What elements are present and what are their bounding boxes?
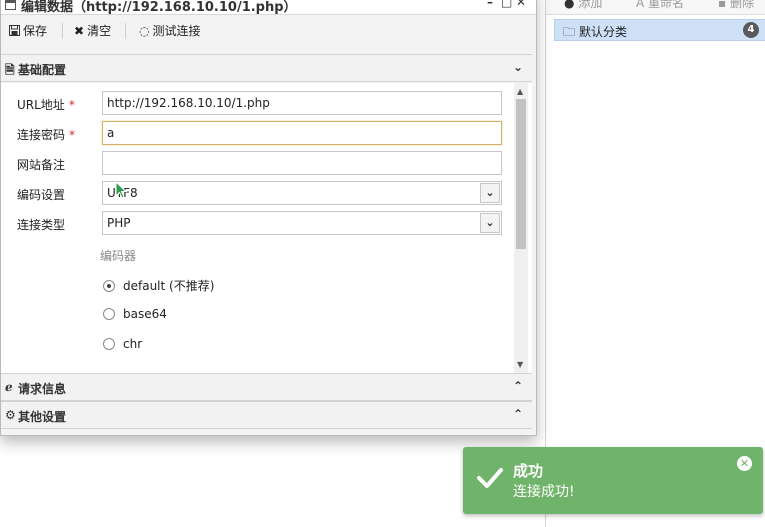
count-badge: 4 (743, 22, 759, 38)
scroll-down-arrow-icon[interactable]: ▼ (517, 360, 523, 369)
dialog-title: 编辑数据（http://192.168.10.10/1.php） (21, 0, 297, 15)
encoding-label: 编码设置 (17, 188, 66, 202)
radio-button[interactable] (103, 338, 115, 350)
url-label: URL地址 * (17, 98, 75, 112)
window-icon (5, 0, 16, 10)
x-icon: ✖ (74, 23, 85, 38)
url-input[interactable] (102, 91, 502, 115)
category-item-default[interactable]: 🗀 默认分类 4 (554, 19, 765, 41)
floppy-icon (9, 25, 20, 36)
spinner-icon: ◌ (139, 23, 150, 38)
add-category-button[interactable]: ● 添加 (564, 0, 602, 11)
document-icon: 🗎 (5, 63, 15, 77)
chevron-down-icon[interactable]: ⌄ (480, 183, 500, 203)
radio-button[interactable] (103, 279, 115, 292)
encoder-option-default[interactable]: default (不推荐) (103, 277, 214, 294)
radio-button[interactable] (103, 308, 115, 320)
category-toolbar: ● 添加 A 重命名 ▪ 删除 (546, 0, 765, 15)
section-other-header[interactable]: ⚙ 其他设置 ⌃ (1, 401, 532, 429)
font-icon: A (636, 0, 645, 10)
basic-config-form: URL地址* 连接密码* 网站备注 编码设置 UTF8 ⌄ 连接类型 PHP ⌄… (1, 83, 532, 373)
encoder-label: 编码器 (100, 249, 137, 263)
edit-data-dialog: 编辑数据（http://192.168.10.10/1.php） – □ ✕ 保… (0, 0, 537, 436)
section-basic-header[interactable]: 🗎 基础配置 ⌄ (1, 54, 532, 82)
check-icon (477, 468, 503, 488)
trash-icon: ▪ (718, 0, 727, 10)
toolbar-divider (62, 23, 63, 39)
remark-label: 网站备注 (17, 158, 66, 172)
folder-icon: 🗀 (563, 25, 576, 39)
e-icon: ℯ (5, 380, 13, 394)
dialog-toolbar: 保存 ✖ 清空 ◌ 测试连接 (1, 15, 536, 44)
scroll-up-arrow-icon[interactable]: ▲ (517, 87, 523, 96)
scroll-thumb[interactable] (516, 99, 526, 249)
remark-input[interactable] (102, 151, 502, 175)
maximize-button[interactable]: □ (501, 0, 512, 9)
success-toast: 成功 连接成功! ✕ (463, 447, 763, 514)
close-button[interactable]: ✕ (516, 0, 526, 9)
category-label: 默认分类 (579, 25, 628, 39)
toast-message: 连接成功! (513, 484, 575, 500)
save-button[interactable]: 保存 (9, 22, 47, 39)
delete-category-button[interactable]: ▪ 删除 (718, 0, 754, 11)
chevron-down-icon[interactable]: ⌄ (480, 213, 500, 233)
password-label: 连接密码 * (17, 128, 76, 142)
encoder-option-base64[interactable]: base64 (103, 307, 167, 321)
form-scrollbar[interactable]: ▲ ▼ (514, 83, 528, 373)
minimize-button[interactable]: – (487, 0, 493, 9)
plus-icon: ● (564, 0, 575, 10)
mouse-cursor-icon (115, 181, 128, 199)
section-request-header[interactable]: ℯ 请求信息 ⌃ (1, 373, 532, 401)
close-icon[interactable]: ✕ (737, 456, 752, 471)
password-input[interactable] (102, 121, 502, 145)
toolbar-divider (125, 23, 126, 39)
gears-icon: ⚙ (5, 408, 16, 422)
connection-type-select[interactable]: PHP ⌄ (102, 211, 502, 235)
encoder-option-chr[interactable]: chr (103, 337, 142, 351)
chevron-up-icon: ⌃ (512, 407, 523, 421)
chevron-down-icon: ⌄ (512, 60, 523, 74)
encoding-select[interactable]: UTF8 ⌄ (102, 181, 502, 205)
clear-button[interactable]: ✖ 清空 (74, 22, 111, 39)
rename-category-button[interactable]: A 重命名 (636, 0, 684, 11)
chevron-up-icon: ⌃ (512, 379, 523, 393)
dialog-titlebar[interactable]: 编辑数据（http://192.168.10.10/1.php） – □ ✕ (1, 0, 536, 15)
test-connection-button[interactable]: ◌ 测试连接 (139, 22, 201, 39)
toast-title: 成功 (513, 462, 544, 480)
connection-type-label: 连接类型 (17, 218, 66, 232)
